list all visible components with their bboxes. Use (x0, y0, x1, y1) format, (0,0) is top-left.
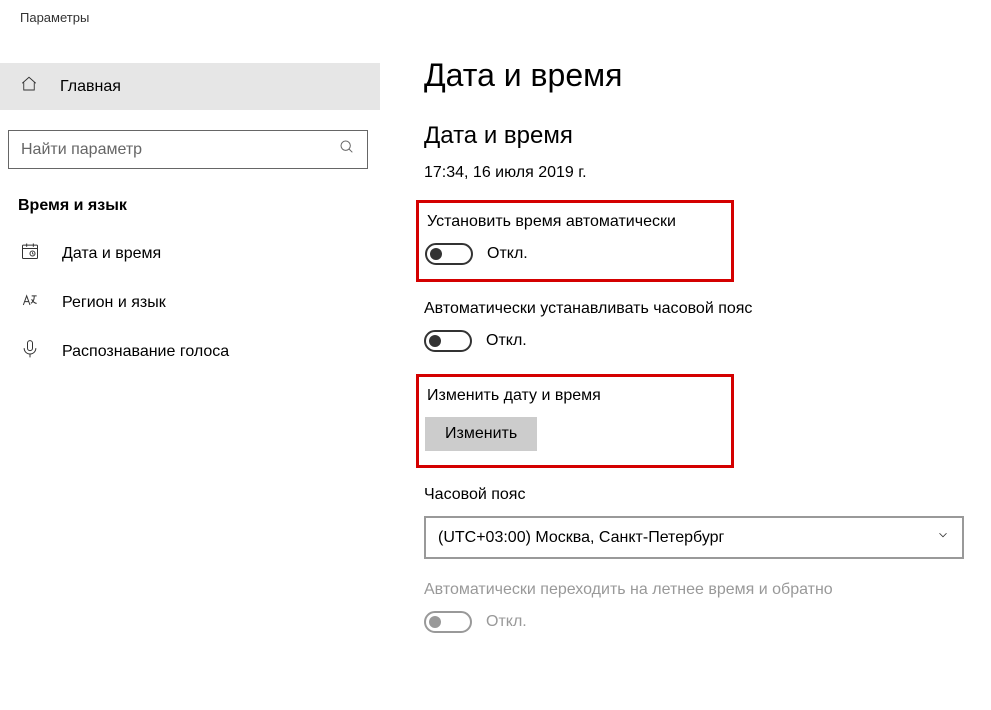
dst-block: Автоматически переходить на летнее время… (424, 581, 967, 633)
sidebar-item-label: Дата и время (62, 245, 161, 263)
sidebar-home-label: Главная (60, 78, 121, 96)
change-dt-label: Изменить дату и время (427, 387, 713, 405)
auto-time-toggle-row: Откл. (425, 243, 713, 265)
auto-tz-toggle-row: Откл. (424, 330, 967, 352)
highlight-change-datetime: Изменить дату и время Изменить (416, 374, 734, 468)
window-title: Параметры (0, 0, 991, 35)
auto-tz-label: Автоматически устанавливать часовой пояс (424, 300, 967, 318)
dst-toggle (424, 611, 472, 633)
page-title: Дата и время (424, 57, 967, 94)
dst-label: Автоматически переходить на летнее время… (424, 581, 967, 599)
auto-time-toggle[interactable] (425, 243, 473, 265)
auto-time-label: Установить время автоматически (427, 213, 713, 231)
sidebar-item-date-time[interactable]: Дата и время (0, 229, 380, 278)
dst-status: Откл. (486, 613, 527, 631)
search-input[interactable] (21, 141, 339, 159)
sidebar-item-region-language[interactable]: Регион и язык (0, 278, 380, 327)
timezone-value: (UTC+03:00) Москва, Санкт-Петербург (438, 529, 724, 547)
calendar-icon (20, 241, 40, 266)
microphone-icon (20, 339, 40, 364)
auto-timezone-block: Автоматически устанавливать часовой пояс… (424, 300, 967, 352)
auto-tz-toggle[interactable] (424, 330, 472, 352)
home-icon (20, 75, 38, 98)
timezone-dropdown[interactable]: (UTC+03:00) Москва, Санкт-Петербург (424, 516, 964, 559)
change-button[interactable]: Изменить (425, 417, 537, 451)
main-panel: Дата и время Дата и время 17:34, 16 июля… (380, 35, 991, 710)
search-box[interactable] (8, 130, 368, 169)
sidebar: Главная Время и язык Дата и время Регион… (0, 35, 380, 710)
current-datetime: 17:34, 16 июля 2019 г. (424, 164, 967, 182)
sidebar-item-label: Распознавание голоса (62, 343, 229, 361)
auto-tz-status: Откл. (486, 332, 527, 350)
highlight-auto-time: Установить время автоматически Откл. (416, 200, 734, 282)
sub-title: Дата и время (424, 122, 967, 150)
content-area: Главная Время и язык Дата и время Регион… (0, 35, 991, 710)
auto-time-status: Откл. (487, 245, 528, 263)
search-icon (339, 139, 355, 160)
sidebar-item-label: Регион и язык (62, 294, 166, 312)
chevron-down-icon (936, 528, 950, 547)
sidebar-home[interactable]: Главная (0, 63, 380, 110)
language-icon (20, 290, 40, 315)
timezone-label: Часовой пояс (424, 486, 967, 504)
dst-toggle-row: Откл. (424, 611, 967, 633)
timezone-block: Часовой пояс (UTC+03:00) Москва, Санкт-П… (424, 486, 967, 559)
sidebar-section-title: Время и язык (0, 169, 380, 229)
sidebar-item-speech[interactable]: Распознавание голоса (0, 327, 380, 376)
